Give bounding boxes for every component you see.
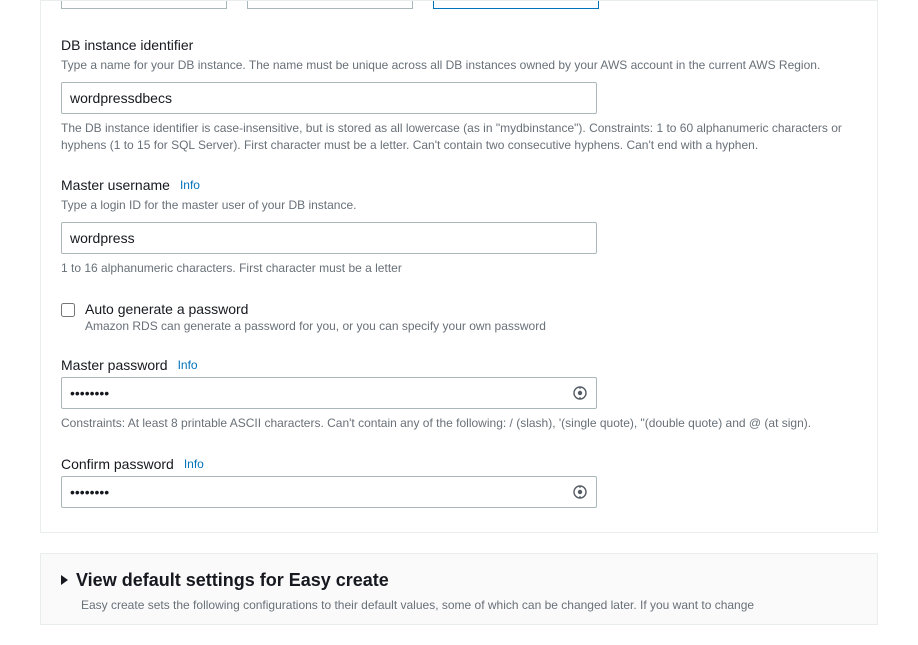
size-option-1[interactable]: [61, 1, 227, 9]
db-instance-identifier-desc: Type a name for your DB instance. The na…: [61, 57, 857, 74]
db-instance-identifier-group: DB instance identifier Type a name for y…: [61, 37, 857, 153]
auto-generate-password-checkbox[interactable]: [61, 303, 75, 317]
show-confirm-password-icon[interactable]: [571, 483, 589, 501]
master-username-label: Master username: [61, 177, 170, 193]
master-password-input[interactable]: [61, 377, 597, 409]
default-settings-panel: View default settings for Easy create Ea…: [40, 553, 878, 625]
master-username-desc: Type a login ID for the master user of y…: [61, 197, 857, 214]
size-option-3[interactable]: [433, 1, 599, 9]
default-settings-desc: Easy create sets the following configura…: [61, 597, 857, 614]
master-username-input[interactable]: [61, 222, 597, 254]
settings-panel: DB instance identifier Type a name for y…: [40, 0, 878, 533]
caret-right-icon: [61, 575, 68, 585]
confirm-password-info-link[interactable]: Info: [184, 457, 204, 471]
master-password-label: Master password: [61, 357, 168, 373]
master-username-hint: 1 to 16 alphanumeric characters. First c…: [61, 260, 857, 277]
confirm-password-group: Confirm password Info: [61, 456, 857, 508]
confirm-password-label: Confirm password: [61, 456, 174, 472]
master-password-hint: Constraints: At least 8 printable ASCII …: [61, 415, 857, 432]
master-username-group: Master username Info Type a login ID for…: [61, 177, 857, 277]
master-username-info-link[interactable]: Info: [180, 178, 200, 192]
size-options-row: [61, 1, 857, 9]
db-instance-identifier-hint: The DB instance identifier is case-insen…: [61, 120, 857, 154]
auto-generate-password-label: Auto generate a password: [85, 301, 546, 317]
db-instance-identifier-input[interactable]: [61, 82, 597, 114]
auto-generate-password-row: Auto generate a password Amazon RDS can …: [61, 301, 857, 333]
master-password-info-link[interactable]: Info: [178, 358, 198, 372]
default-settings-title: View default settings for Easy create: [76, 570, 389, 591]
size-option-2[interactable]: [247, 1, 413, 9]
default-settings-expander[interactable]: View default settings for Easy create: [61, 570, 857, 591]
show-password-icon[interactable]: [571, 384, 589, 402]
confirm-password-input[interactable]: [61, 476, 597, 508]
db-instance-identifier-label: DB instance identifier: [61, 37, 193, 53]
auto-generate-password-desc: Amazon RDS can generate a password for y…: [85, 319, 546, 333]
master-password-group: Master password Info Constraints: At lea…: [61, 357, 857, 432]
